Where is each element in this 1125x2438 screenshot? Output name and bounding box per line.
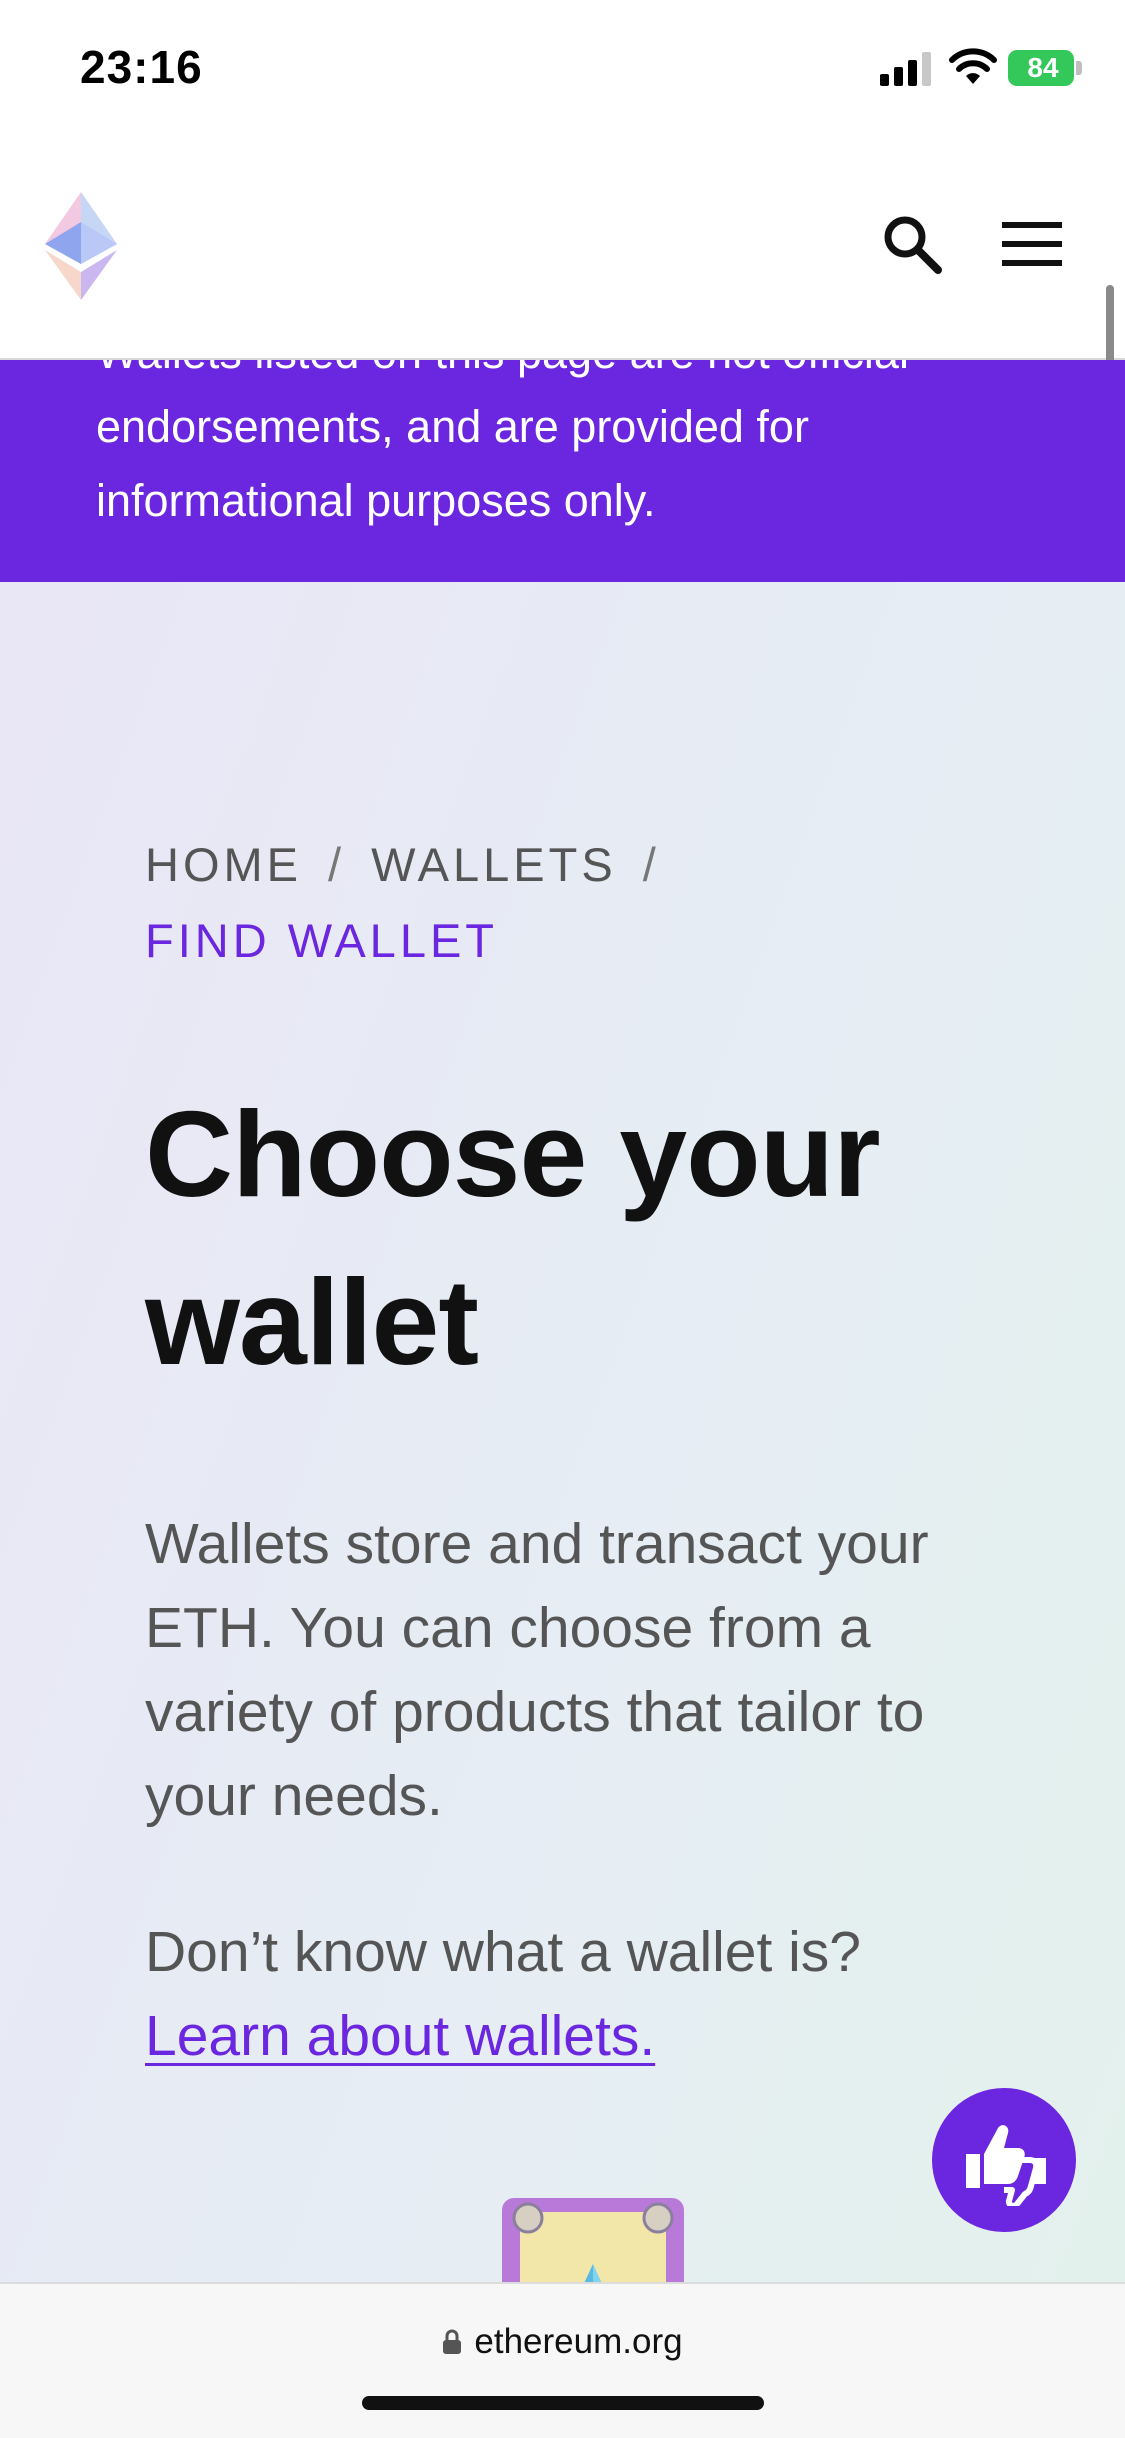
disclaimer-text: Wallets listed on this page are not offi… [96, 360, 909, 526]
learn-prompt: Don’t know what a wallet is? Learn about… [145, 1910, 1045, 2078]
wifi-icon [949, 48, 997, 84]
breadcrumb-separator: / [642, 838, 660, 891]
address-row: ethereum.org [0, 2322, 1125, 2362]
menu-icon[interactable] [1000, 214, 1064, 274]
feedback-button[interactable] [932, 2088, 1076, 2232]
ethereum-logo[interactable] [45, 192, 117, 300]
status-time: 23:16 [80, 41, 203, 93]
wallet-illustration [502, 2198, 684, 2282]
address-url[interactable]: ethereum.org [474, 2322, 682, 2361]
lock-icon [443, 2329, 462, 2354]
home-indicator [362, 2396, 764, 2410]
learn-question: Don’t know what a wallet is? [145, 1920, 862, 1984]
browser-address-bar[interactable]: ethereum.org [0, 2282, 1125, 2438]
learn-about-wallets-link[interactable]: Learn about wallets. [145, 1994, 655, 2078]
breadcrumb-current[interactable]: FIND WALLET [145, 914, 498, 967]
page-description: Wallets store and transact your ETH. You… [145, 1512, 929, 1828]
status-bar: 23:16 84 [0, 0, 1125, 140]
page-title: Choose your wallet [145, 1086, 881, 1390]
battery-percentage: 84 [1027, 52, 1059, 83]
breadcrumb-home[interactable]: HOME [145, 838, 302, 891]
cellular-signal-icon [880, 52, 931, 86]
disclaimer-banner: Wallets listed on this page are not offi… [0, 360, 1125, 582]
breadcrumb: HOME / WALLETS / FIND WALLET [145, 827, 845, 979]
battery-icon: 84 [1008, 50, 1084, 86]
search-icon[interactable] [880, 212, 944, 276]
breadcrumb-separator: / [328, 838, 346, 891]
breadcrumb-wallets[interactable]: WALLETS [371, 838, 617, 891]
site-header [0, 140, 1125, 390]
thumbs-up-down-icon [966, 2125, 1046, 2206]
hero-section: HOME / WALLETS / FIND WALLET Choose your wa… [0, 582, 1125, 2282]
